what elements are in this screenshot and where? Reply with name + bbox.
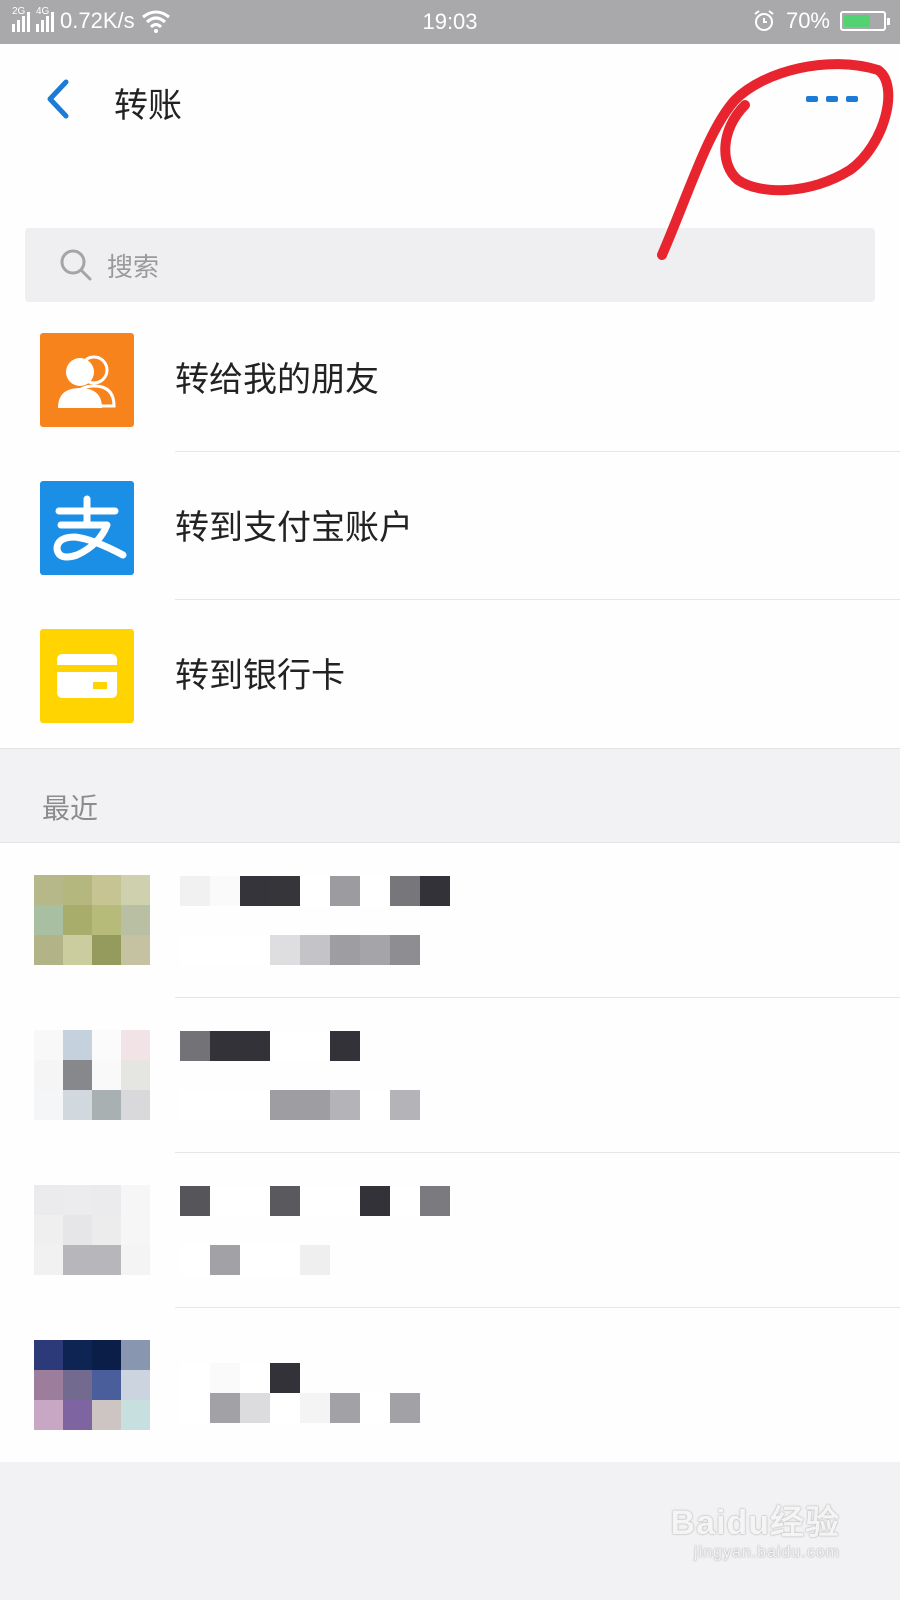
menu-item-label: 转到支付宝账户 [175, 508, 413, 548]
watermark-brand: Baidu经验 [670, 1504, 840, 1542]
list-item[interactable] [0, 1153, 900, 1308]
contact-account-redacted [180, 1393, 420, 1423]
transfer-options: 转给我的朋友 转到支付宝账户 转到银行卡 [0, 304, 900, 748]
menu-item-label: 转到银行卡 [175, 656, 345, 696]
transfer-page: 转账 搜索 转给我的朋友 转到支付宝账户 转到银行卡 最近 Baidu经验 ji… [0, 44, 900, 1600]
more-dot-icon [806, 96, 818, 102]
more-dot-icon [846, 96, 858, 102]
menu-item-label: 转给我的朋友 [175, 360, 379, 400]
bank-card-icon [40, 629, 134, 723]
contact-name-redacted [180, 1031, 360, 1061]
battery-icon [840, 11, 890, 31]
page-title: 转账 [114, 86, 182, 126]
search-icon [60, 249, 92, 281]
menu-item-transfer-to-friend[interactable]: 转给我的朋友 [0, 304, 900, 452]
contact-name-redacted [180, 1363, 300, 1393]
alarm-icon [754, 10, 774, 31]
avatar [34, 875, 150, 965]
avatar [34, 1340, 150, 1430]
contact-name-redacted [180, 1186, 450, 1216]
battery-percent: 70% [785, 8, 830, 33]
status-right: 70% [752, 8, 890, 34]
avatar [34, 1185, 150, 1275]
search-placeholder: 搜索 [107, 252, 160, 283]
recent-contacts-list [0, 842, 900, 1462]
contact-account-redacted [180, 1245, 330, 1275]
recent-title: 最近 [42, 792, 99, 825]
contact-account-redacted [180, 1090, 420, 1120]
back-button[interactable] [36, 74, 80, 124]
contact-account-redacted [180, 935, 420, 965]
watermark: Baidu经验 jingyan.baidu.com [671, 1495, 840, 1562]
more-options-button[interactable] [802, 84, 862, 114]
menu-item-transfer-to-bank-card[interactable]: 转到银行卡 [0, 600, 900, 748]
list-item[interactable] [0, 998, 900, 1153]
contact-name-redacted [180, 876, 450, 906]
menu-item-transfer-to-alipay[interactable]: 转到支付宝账户 [0, 452, 900, 600]
search-input[interactable]: 搜索 [25, 228, 875, 302]
more-dot-icon [826, 96, 838, 102]
alipay-icon [40, 481, 134, 575]
nav-header: 转账 [0, 44, 900, 154]
search-section: 搜索 [0, 154, 900, 304]
chevron-left-icon [47, 79, 69, 119]
list-item[interactable] [0, 843, 900, 998]
list-item[interactable] [0, 1308, 900, 1463]
avatar [34, 1030, 150, 1120]
watermark-url: jingyan.baidu.com [694, 1544, 840, 1561]
status-bar: 2G 4G 0.72K/s 19:03 70% [0, 0, 900, 44]
friends-icon [40, 333, 134, 427]
recent-section-header: 最近 [0, 748, 900, 842]
